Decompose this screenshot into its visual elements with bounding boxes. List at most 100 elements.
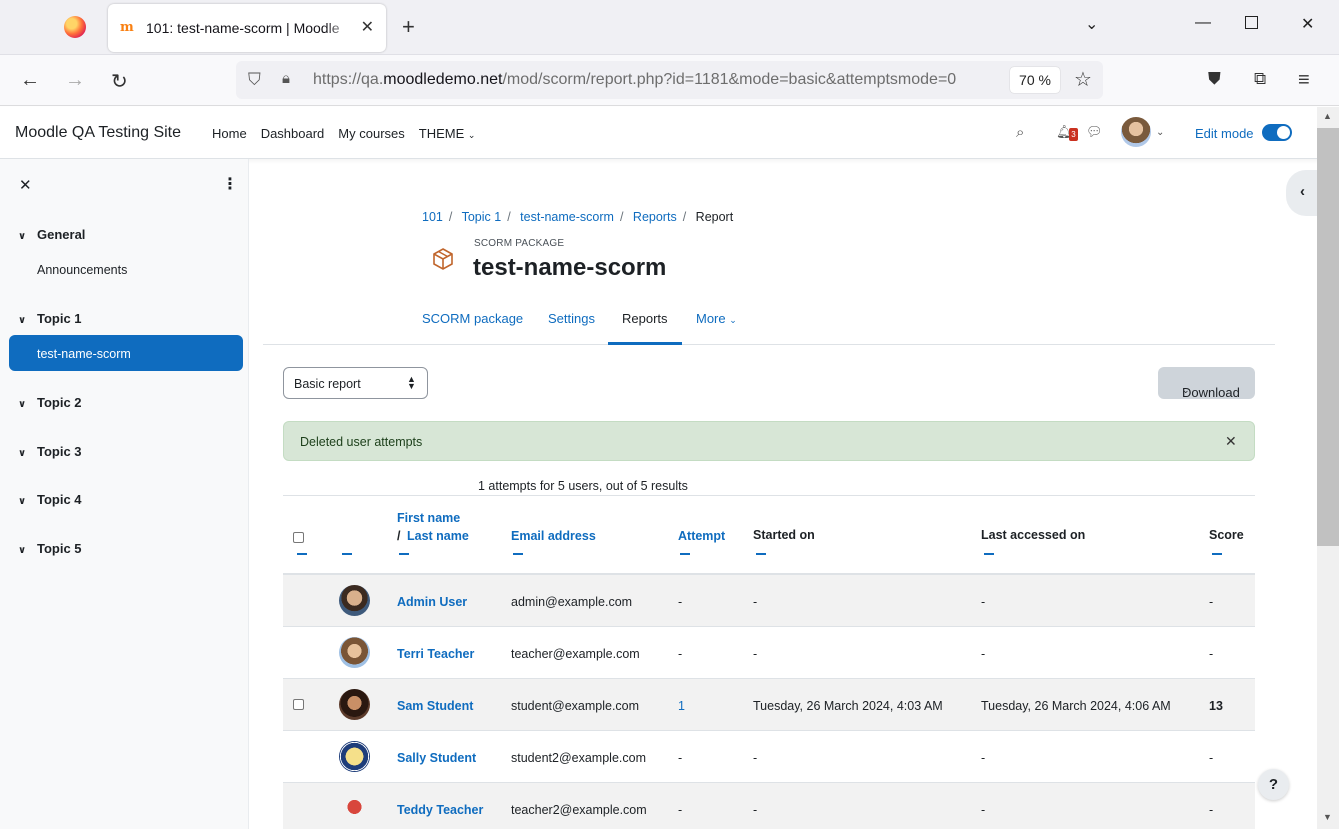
section-topic-3[interactable]: ∨ Topic 3 xyxy=(18,444,82,459)
user-avatar[interactable] xyxy=(339,689,370,720)
scroll-down-icon[interactable]: ▼ xyxy=(1323,812,1332,822)
collapse-column-icon[interactable] xyxy=(680,553,690,555)
breadcrumb-course[interactable]: 101 xyxy=(422,210,443,224)
user-name-link[interactable]: Teddy Teacher xyxy=(397,803,483,817)
url-bar[interactable]: ⛉ 🔒︎ https://qa.moodledemo.net/mod/scorm… xyxy=(236,61,1103,99)
row-checkbox[interactable] xyxy=(293,699,304,710)
attempt-link[interactable]: 1 xyxy=(678,699,685,713)
results-summary: 1 attempts for 5 users, out of 5 results xyxy=(478,479,688,493)
firefox-icon[interactable] xyxy=(64,16,86,38)
user-avatar[interactable] xyxy=(339,793,370,824)
user-menu-chevron-icon[interactable]: ⌄ xyxy=(1156,127,1164,138)
breadcrumb-current: Report xyxy=(695,210,734,224)
drawer-item-test-name-scorm[interactable]: test-name-scorm xyxy=(9,335,243,371)
collapse-column-icon[interactable] xyxy=(297,553,307,555)
nav-my-courses[interactable]: My courses xyxy=(338,126,404,141)
search-icon[interactable]: ⌕ xyxy=(1016,124,1024,141)
new-tab-icon[interactable]: + xyxy=(402,14,415,40)
header-score: Score xyxy=(1209,528,1244,542)
dismiss-alert-icon[interactable]: ✕ xyxy=(1225,433,1237,450)
header-attempt[interactable]: Attempt xyxy=(678,529,725,543)
user-name-link[interactable]: Sam Student xyxy=(397,699,473,713)
tab-settings[interactable]: Settings xyxy=(548,311,595,326)
section-topic-4[interactable]: ∨ Topic 4 xyxy=(18,492,82,507)
collapse-column-icon[interactable] xyxy=(984,553,994,555)
user-avatar[interactable] xyxy=(339,741,370,772)
lock-icon[interactable]: 🔒︎ xyxy=(282,70,290,87)
help-button[interactable]: ? xyxy=(1258,769,1289,800)
user-avatar[interactable] xyxy=(339,637,370,668)
select-all-checkbox[interactable] xyxy=(293,532,304,543)
section-topic-1[interactable]: ∨ Topic 1 xyxy=(18,311,82,326)
chevron-down-icon: ∨ xyxy=(18,231,27,242)
collapse-column-icon[interactable] xyxy=(342,553,352,555)
user-name-link[interactable]: Sally Student xyxy=(397,751,476,765)
shield-icon[interactable]: ⛉ xyxy=(248,70,261,90)
report-type-select[interactable]: Basic report ▲ ▼ xyxy=(283,367,428,399)
user-name-link[interactable]: Terri Teacher xyxy=(397,647,474,661)
nav-home[interactable]: Home xyxy=(212,126,247,141)
window-close-icon[interactable]: ✕ xyxy=(1301,14,1314,34)
header-email[interactable]: Email address xyxy=(511,529,596,543)
email-cell: student@example.com xyxy=(511,699,640,713)
started-cell: Tuesday, 26 March 2024, 4:03 AM xyxy=(753,699,943,713)
collapse-column-icon[interactable] xyxy=(1212,553,1222,555)
minimize-icon[interactable]: — xyxy=(1195,14,1211,32)
scroll-up-icon[interactable]: ▲ xyxy=(1323,111,1332,121)
reload-icon[interactable]: ↻ xyxy=(111,69,128,94)
chevron-down-icon: ∨ xyxy=(18,448,27,459)
pocket-icon[interactable]: ⛊ xyxy=(1208,69,1221,89)
tab-reports[interactable]: Reports xyxy=(622,311,668,326)
collapse-column-icon[interactable] xyxy=(513,553,523,555)
menu-icon[interactable]: ≡ xyxy=(1298,69,1310,92)
section-general[interactable]: ∨ General xyxy=(18,227,85,242)
tab-scorm-package[interactable]: SCORM package xyxy=(422,311,523,326)
collapse-column-icon[interactable] xyxy=(756,553,766,555)
close-drawer-icon[interactable]: ✕ xyxy=(19,176,32,194)
site-name[interactable]: Moodle QA Testing Site xyxy=(15,124,181,142)
collapse-column-icon[interactable] xyxy=(399,553,409,555)
table-row: Admin User admin@example.com - - - - xyxy=(283,575,1255,627)
user-name-link[interactable]: Admin User xyxy=(397,595,467,609)
download-button[interactable]: Download ⌄ xyxy=(1158,367,1255,400)
last-accessed-cell: - xyxy=(981,595,986,609)
drawer-item-announcements[interactable]: Announcements xyxy=(37,263,127,277)
page-scrollbar[interactable]: ▲ ▼ xyxy=(1317,107,1339,829)
browser-tab[interactable]: m 101: test-name-scorm | Moodle ✕ xyxy=(108,4,386,52)
chevron-down-icon: ⌄ xyxy=(467,130,476,140)
section-topic-5[interactable]: ∨ Topic 5 xyxy=(18,541,82,556)
last-accessed-cell: - xyxy=(981,751,986,765)
forward-icon[interactable]: → xyxy=(65,69,85,92)
started-cell: - xyxy=(753,751,758,765)
chevron-down-icon: ∨ xyxy=(18,496,27,507)
chevron-down-icon: ⌄ xyxy=(729,315,737,325)
user-avatar[interactable] xyxy=(339,585,370,616)
section-topic-2[interactable]: ∨ Topic 2 xyxy=(18,395,82,410)
table-row: Sally Student student2@example.com - - -… xyxy=(283,731,1255,783)
scrollbar-thumb[interactable] xyxy=(1317,128,1339,546)
user-avatar[interactable] xyxy=(1121,117,1151,147)
tab-more[interactable]: More ⌄ xyxy=(696,311,737,326)
table-row: Terri Teacher teacher@example.com - - - … xyxy=(283,627,1255,679)
nav-dashboard[interactable]: Dashboard xyxy=(261,126,325,141)
nav-theme[interactable]: THEME ⌄ xyxy=(419,126,476,141)
drawer-options-icon[interactable]: ⋮ xyxy=(222,174,238,194)
bookmark-star-icon[interactable]: ☆ xyxy=(1074,67,1092,92)
tab-list-icon[interactable]: ⌄ xyxy=(1085,14,1098,34)
messages-icon[interactable]: 💬︎ xyxy=(1086,124,1103,140)
extensions-icon[interactable]: ⧉ xyxy=(1254,69,1266,89)
started-cell: - xyxy=(753,595,758,609)
url-text[interactable]: https://qa.moodledemo.net/mod/scorm/repo… xyxy=(313,71,1001,89)
header-first-name[interactable]: First name xyxy=(397,511,460,525)
edit-mode-toggle[interactable] xyxy=(1262,124,1292,141)
breadcrumb-topic[interactable]: Topic 1 xyxy=(462,210,502,224)
browser-navbar: ← → ↻ ⛉ 🔒︎ https://qa.moodledemo.net/mod… xyxy=(0,55,1339,106)
tab-close-icon[interactable]: ✕ xyxy=(361,17,374,37)
header-last-name[interactable]: Last name xyxy=(407,529,469,543)
back-icon[interactable]: ← xyxy=(20,69,40,92)
breadcrumb-reports[interactable]: Reports xyxy=(633,210,677,224)
chevron-down-icon: ∨ xyxy=(18,545,27,556)
breadcrumb-activity[interactable]: test-name-scorm xyxy=(520,210,614,224)
maximize-icon[interactable] xyxy=(1245,16,1258,29)
zoom-level[interactable]: 70 % xyxy=(1010,67,1060,93)
